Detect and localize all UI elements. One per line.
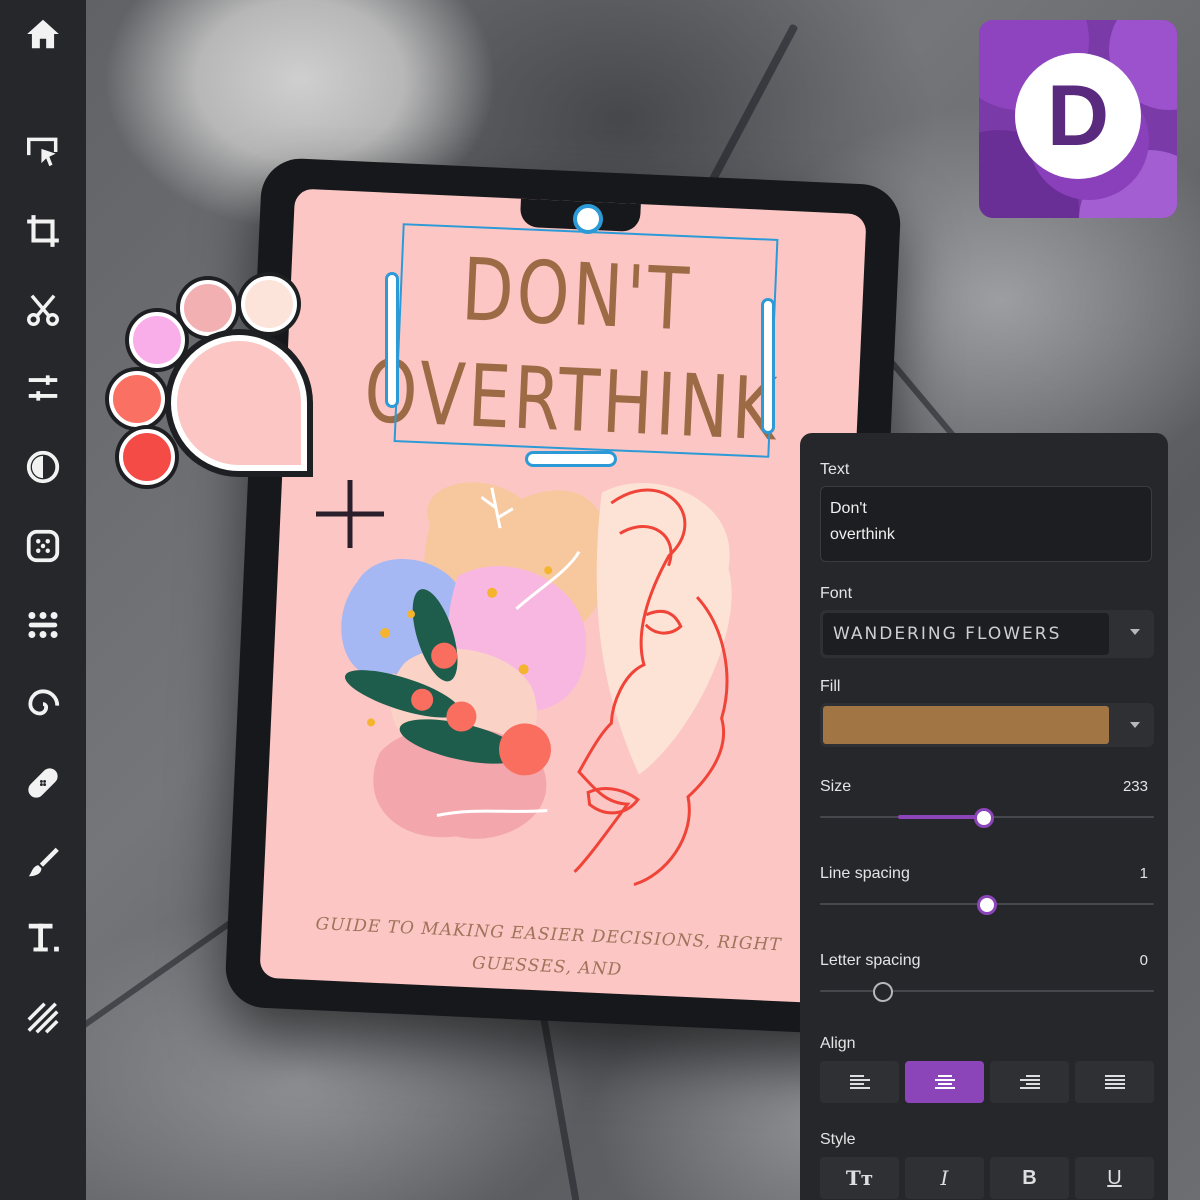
- line-spacing-slider[interactable]: [820, 893, 1154, 917]
- align-label: Align: [820, 1035, 856, 1052]
- canvas-subtitle[interactable]: Guide to making easier decisions, right …: [282, 907, 812, 1003]
- filter-icon[interactable]: [21, 603, 65, 647]
- color-swatch-1[interactable]: [180, 280, 236, 336]
- align-right-icon: [1019, 1075, 1040, 1089]
- slider-thumb[interactable]: [977, 895, 997, 915]
- home-icon[interactable]: [21, 12, 65, 56]
- fill-select[interactable]: [820, 703, 1154, 747]
- font-select[interactable]: WANDERING FLOWERS: [820, 610, 1154, 658]
- adjust-icon[interactable]: [21, 366, 65, 410]
- texture-icon[interactable]: [21, 996, 65, 1040]
- crop-icon[interactable]: [21, 209, 65, 253]
- color-swatch-4[interactable]: [109, 371, 165, 427]
- font-label: Font: [820, 585, 853, 602]
- resize-handle-left[interactable]: [385, 272, 399, 408]
- brush-icon[interactable]: [21, 840, 65, 884]
- align-justify-icon: [1104, 1075, 1125, 1089]
- contrast-icon[interactable]: [21, 445, 65, 489]
- color-swatch-5[interactable]: [119, 429, 175, 485]
- current-color-drop[interactable]: [171, 335, 307, 471]
- align-justify-button[interactable]: [1075, 1061, 1154, 1103]
- text-icon[interactable]: [21, 916, 65, 960]
- resize-handle-right[interactable]: [761, 298, 775, 434]
- line-spacing-label: Line spacing: [820, 865, 910, 882]
- letter-spacing-value: 0: [1139, 952, 1148, 969]
- line-spacing-value: 1: [1139, 865, 1148, 882]
- chevron-down-icon: [1130, 722, 1140, 728]
- bandage-icon[interactable]: [21, 761, 65, 805]
- text-label: Text: [820, 461, 850, 478]
- font-select-value: WANDERING FLOWERS: [823, 613, 1109, 655]
- align-left-button[interactable]: [820, 1061, 899, 1103]
- style-italic-button[interactable]: I: [905, 1157, 984, 1199]
- slider-track: [820, 990, 1154, 992]
- logo-letter: D: [1015, 53, 1141, 179]
- left-toolbar: [0, 0, 86, 1200]
- style-buttons: Tт I B U: [820, 1157, 1154, 1199]
- resize-handle-bottom[interactable]: [525, 451, 617, 467]
- size-slider[interactable]: [820, 806, 1154, 830]
- color-swatch-2[interactable]: [241, 276, 297, 332]
- style-label: Style: [820, 1131, 856, 1148]
- align-buttons: [820, 1061, 1154, 1103]
- seat-seam: [539, 1011, 588, 1200]
- crosshair-icon: [316, 480, 384, 548]
- fill-color-swatch: [823, 706, 1109, 744]
- select-icon[interactable]: [21, 130, 65, 174]
- size-label: Size: [820, 778, 852, 795]
- chevron-down-icon: [1130, 629, 1140, 635]
- slider-thumb[interactable]: [973, 808, 994, 828]
- size-value: 233: [1122, 778, 1148, 795]
- slider-fill: [898, 815, 984, 819]
- color-swatch-3[interactable]: [129, 312, 185, 368]
- style-bold-button[interactable]: B: [990, 1157, 1069, 1199]
- app-logo: D: [979, 20, 1177, 218]
- effects-icon[interactable]: [21, 524, 65, 568]
- letter-spacing-label: Letter spacing: [820, 952, 921, 969]
- fill-label: Fill: [820, 678, 841, 695]
- align-center-icon: [934, 1075, 955, 1089]
- text-properties-panel: Text Don't overthink Font WANDERING FLOW…: [800, 433, 1168, 1200]
- style-transform-button[interactable]: Tт: [820, 1157, 899, 1199]
- text-selection-box[interactable]: [393, 223, 779, 458]
- slider-thumb[interactable]: [873, 982, 894, 1002]
- align-center-button[interactable]: [905, 1061, 984, 1103]
- align-left-icon: [849, 1075, 870, 1089]
- align-right-button[interactable]: [990, 1061, 1069, 1103]
- text-input[interactable]: Don't overthink: [820, 486, 1152, 562]
- letter-spacing-slider[interactable]: [820, 980, 1154, 1004]
- spiral-icon[interactable]: [21, 682, 65, 726]
- cut-icon[interactable]: [21, 288, 65, 332]
- rotate-handle[interactable]: [573, 204, 603, 234]
- style-underline-button[interactable]: U: [1075, 1157, 1154, 1199]
